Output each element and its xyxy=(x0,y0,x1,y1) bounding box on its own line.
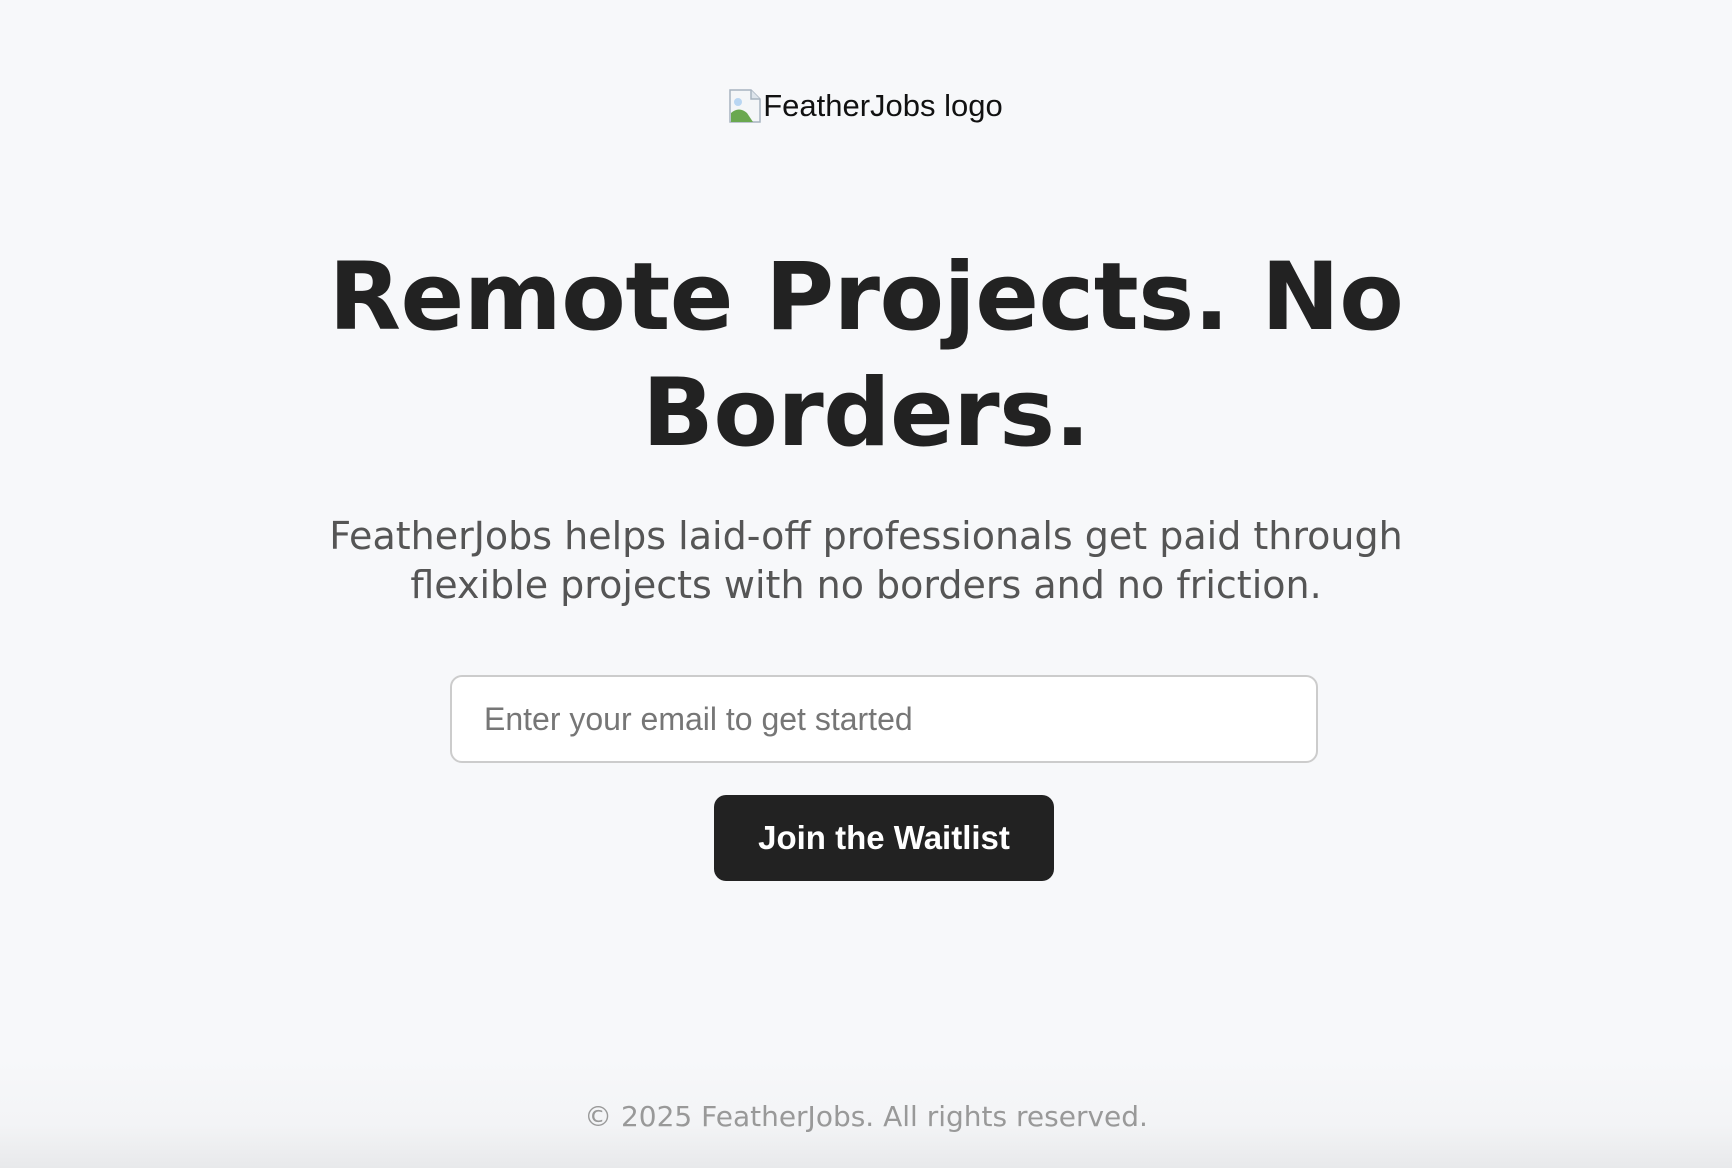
hero-title: Remote Projects. No Borders. xyxy=(0,240,1732,472)
email-field[interactable] xyxy=(450,675,1318,763)
logo-container: FeatherJobs logo xyxy=(0,88,1732,124)
footer-copyright: © 2025 FeatherJobs. All rights reserved. xyxy=(584,1100,1148,1133)
hero-title-line-2: Borders. xyxy=(642,359,1090,468)
join-waitlist-button[interactable]: Join the Waitlist xyxy=(714,795,1054,881)
hero-subtitle-line-1: FeatherJobs helps laid-off professionals… xyxy=(329,514,1403,558)
landing-page: FeatherJobs logo Remote Projects. No Bor… xyxy=(0,0,1732,1168)
hero-subtitle-line-2: flexible projects with no borders and no… xyxy=(410,563,1322,607)
featherjobs-logo: FeatherJobs logo xyxy=(729,88,1003,124)
broken-image-icon xyxy=(729,89,761,123)
logo-alt-text: FeatherJobs logo xyxy=(763,88,1003,123)
hero-subtitle: FeatherJobs helps laid-off professionals… xyxy=(300,512,1432,610)
hero-title-line-1: Remote Projects. No xyxy=(328,243,1404,352)
